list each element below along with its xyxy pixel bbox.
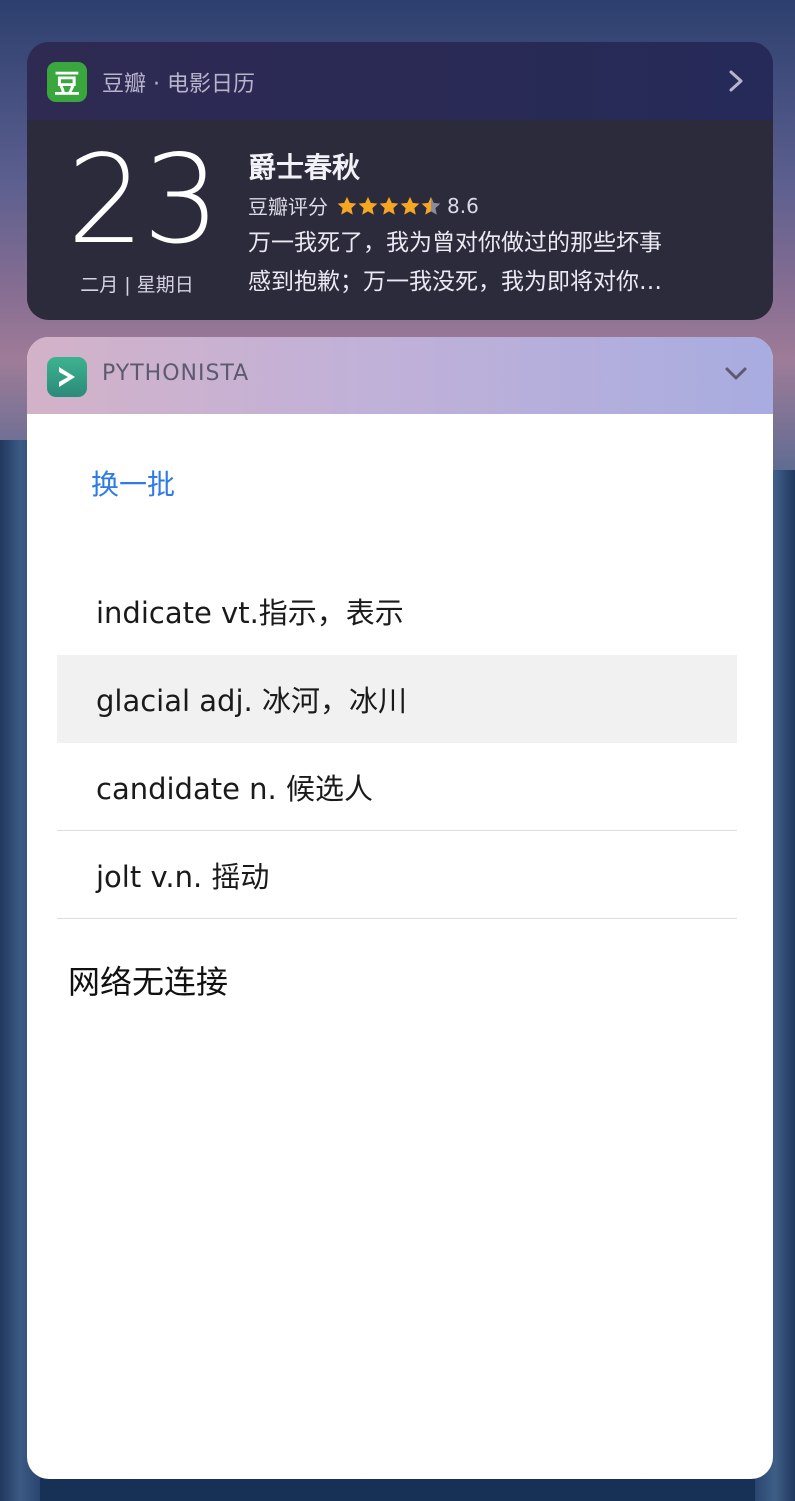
rating-label: 豆瓣评分: [248, 195, 328, 219]
word-item[interactable]: jolt v.n. 摇动: [57, 831, 737, 919]
half-star-icon: [421, 196, 441, 215]
pythonista-widget[interactable]: PYTHONISTA 换一批 indicate vt.指示，表示 glacial…: [27, 337, 773, 1479]
network-status: 网络无连接: [68, 963, 229, 1001]
widget-header[interactable]: 豆 豆瓣 · 电影日历: [27, 42, 773, 120]
calendar-day: 23: [67, 129, 220, 271]
word-item[interactable]: candidate n. 候选人: [57, 743, 737, 831]
word-list: indicate vt.指示，表示 glacial adj. 冰河，冰川 can…: [57, 567, 737, 919]
star-icon: [358, 196, 378, 215]
star-icon: [337, 196, 357, 215]
movie-quote: 万一我死了，我为曾对你做过的那些坏事 感到抱歉；万一我没死，我为即将对你…: [248, 224, 748, 302]
prompt-chevron-icon: [59, 367, 75, 387]
star-icon: [379, 196, 399, 215]
word-item[interactable]: indicate vt.指示，表示: [57, 567, 737, 655]
calendar-month-weekday: 二月 | 星期日: [80, 274, 194, 296]
quote-line: 感到抱歉；万一我没死，我为即将对你…: [248, 269, 662, 295]
star-icon: [400, 196, 420, 215]
douban-app-icon: 豆: [47, 62, 87, 102]
chevron-down-icon[interactable]: [721, 359, 751, 389]
rating-value: 8.6: [447, 193, 479, 218]
pythonista-app-icon: [47, 357, 87, 397]
quote-line: 万一我死了，我为曾对你做过的那些坏事: [248, 230, 662, 256]
movie-title: 爵士春秋: [248, 151, 361, 184]
widget-title: 豆瓣 · 电影日历: [102, 72, 255, 97]
refresh-button[interactable]: 换一批: [91, 463, 175, 503]
widget-header[interactable]: PYTHONISTA: [27, 337, 773, 414]
douban-movie-calendar-widget[interactable]: 豆 豆瓣 · 电影日历 23 二月 | 星期日 爵士春秋 豆瓣评分 8.6 万一…: [27, 42, 773, 320]
word-item[interactable]: glacial adj. 冰河，冰川: [57, 655, 737, 743]
widget-body[interactable]: 23 二月 | 星期日 爵士春秋 豆瓣评分 8.6 万一我死了，我为曾对你做过的…: [27, 120, 773, 320]
widget-title: PYTHONISTA: [102, 361, 250, 386]
chevron-right-icon[interactable]: [721, 64, 751, 98]
rating-row: 豆瓣评分 8.6: [248, 191, 479, 220]
rating-stars: [336, 195, 441, 217]
